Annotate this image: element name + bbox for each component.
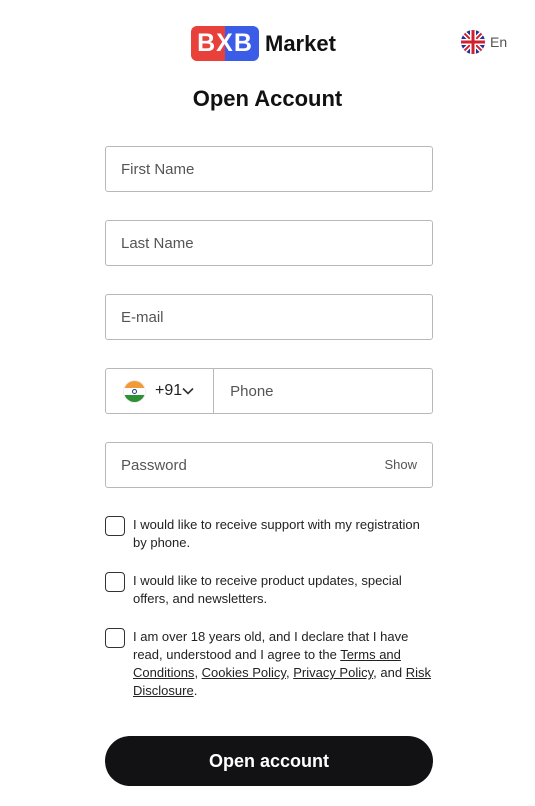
brand-logo[interactable]: BXB Market (191, 26, 336, 61)
updates-consent-label: I would like to receive product updates,… (133, 573, 402, 606)
email-input[interactable] (106, 295, 432, 339)
india-flag-icon (123, 379, 146, 403)
page-title: Open Account (192, 86, 343, 111)
country-code-select[interactable]: +91 (106, 369, 215, 413)
logo-mark: BXB (191, 26, 259, 61)
phone-input[interactable] (214, 369, 446, 413)
phone-field: +91 (105, 368, 446, 414)
show-password-button[interactable]: Show (384, 457, 417, 472)
privacy-policy-link[interactable]: Privacy Policy (293, 665, 373, 680)
age-consent-label: I am over 18 years old, and I declare th… (133, 628, 435, 700)
support-checkbox[interactable] (105, 516, 125, 536)
separator: . (193, 683, 198, 698)
support-consent-row: I would like to receive support with my … (105, 516, 435, 552)
updates-checkbox[interactable] (105, 572, 125, 592)
first-name-field (105, 146, 433, 192)
uk-flag-icon (461, 30, 485, 54)
last-name-field (105, 220, 433, 266)
password-field: Show (105, 442, 433, 488)
country-code: +91 (155, 382, 183, 399)
separator: , (194, 665, 202, 680)
logo-wordmark: Market (265, 30, 336, 56)
support-consent-label: I would like to receive support with my … (133, 517, 420, 550)
password-input[interactable] (106, 443, 432, 487)
age-checkbox[interactable] (105, 628, 125, 648)
first-name-input[interactable] (106, 147, 432, 191)
age-consent-row: I am over 18 years old, and I declare th… (105, 628, 435, 700)
open-account-button[interactable]: Open account (105, 736, 433, 786)
language-selector[interactable]: En (461, 30, 507, 54)
email-field (105, 294, 433, 340)
language-label: En (490, 34, 508, 50)
separator: , and (373, 665, 406, 680)
updates-consent-row: I would like to receive product updates,… (105, 572, 435, 608)
cookies-policy-link[interactable]: Cookies Policy (202, 665, 286, 680)
chevron-down-icon (182, 382, 194, 400)
last-name-input[interactable] (106, 221, 432, 265)
